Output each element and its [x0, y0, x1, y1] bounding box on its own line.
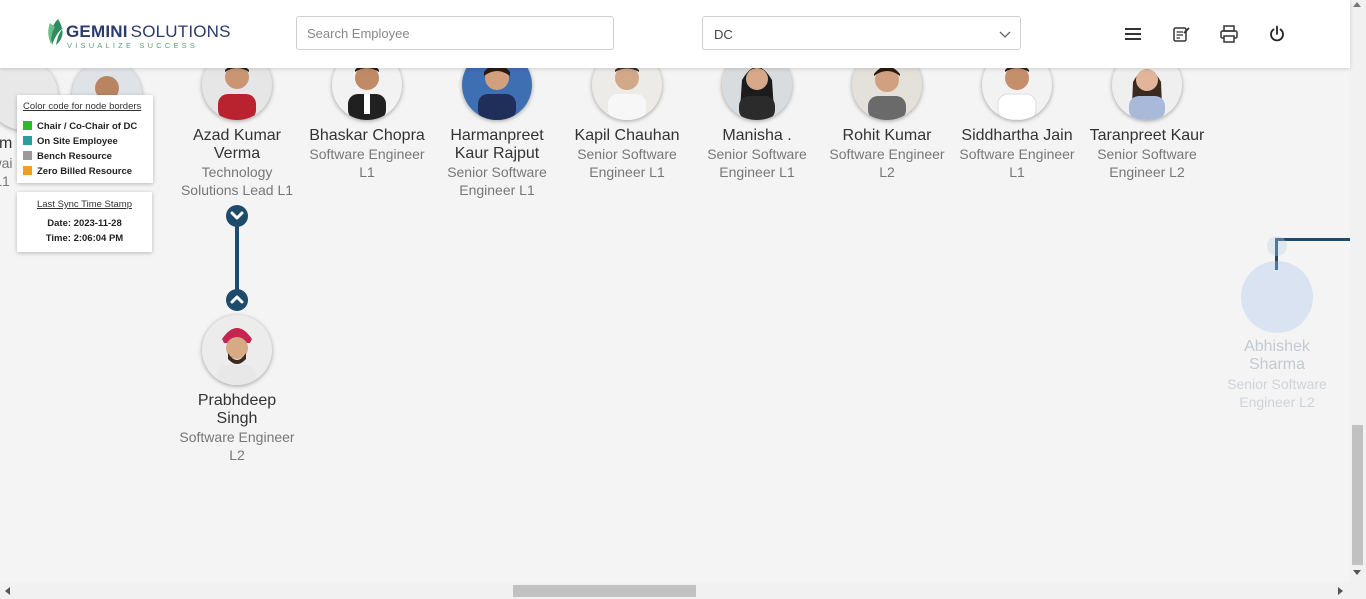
employee-node-rohit[interactable]: Rohit Kumar Software Engineer L2 — [822, 50, 952, 190]
avatar — [1241, 261, 1313, 333]
scroll-down-arrow[interactable] — [1353, 570, 1361, 575]
scroll-left-arrow[interactable] — [5, 587, 10, 595]
node-title: Engineer L2 — [1239, 394, 1315, 410]
node-name: Singh — [216, 410, 258, 427]
employee-node-prabhdeep[interactable]: Prabhdeep Singh Software Engineer L2 — [172, 315, 302, 465]
legend-swatch — [23, 136, 32, 145]
legend-title: Color code for node borders — [23, 101, 142, 112]
scroll-right-arrow[interactable] — [1338, 587, 1343, 595]
node-name: Harmanpreet — [450, 127, 544, 144]
sync-timestamp-panel: Last Sync Time Stamp Date: 2023-11-28 Ti… — [17, 192, 152, 252]
node-title: L1 — [1009, 164, 1025, 180]
expand-parent-button[interactable] — [226, 289, 248, 311]
legend-swatch — [23, 151, 32, 160]
node-title: Software Engineer — [309, 146, 425, 162]
legend-label: Chair / Co-Chair of DC — [37, 121, 138, 132]
node-name: Rohit Kumar — [842, 127, 932, 144]
node-title: Senior Software — [447, 164, 547, 180]
node-title: Senior Software — [577, 146, 677, 162]
legend-label: On Site Employee — [37, 136, 118, 147]
legend-item-bench: Bench Resource — [23, 151, 112, 163]
legend-swatch — [23, 166, 32, 175]
department-select[interactable]: DC — [702, 16, 1021, 50]
employee-node-manisha[interactable]: Manisha . Senior Software Engineer L1 — [692, 50, 822, 190]
search-employee-input[interactable] — [296, 16, 614, 50]
node-title: Engineer L1 — [589, 164, 665, 180]
node-name: Sharma — [1248, 356, 1306, 373]
sync-title: Last Sync Time Stamp — [36, 199, 133, 210]
legend-label: Zero Billed Resource — [37, 166, 133, 177]
color-legend: Color code for node borders Chair / Co-C… — [17, 95, 153, 183]
collapse-toggle-button[interactable] — [226, 205, 248, 227]
department-select-value: DC — [714, 27, 733, 42]
employee-node-taranpreet[interactable]: Taranpreet Kaur Senior Software Engineer… — [1082, 50, 1212, 190]
node-title: Engineer L1 — [459, 182, 535, 198]
logo-text: GEMINI SOLUTIONS — [66, 22, 231, 41]
node-name: Kapil Chauhan — [574, 127, 680, 144]
legend-item-chair: Chair / Co-Chair of DC — [23, 121, 137, 133]
avatar — [202, 315, 272, 385]
legend-item-zero-billed: Zero Billed Resource — [23, 166, 132, 178]
employee-node-kapil[interactable]: Kapil Chauhan Senior Software Engineer L… — [562, 50, 692, 190]
node-name: Kaur Rajput — [454, 145, 540, 162]
employee-node-azad[interactable]: Azad Kumar Verma Technology Solutions Le… — [172, 50, 302, 200]
power-icon[interactable] — [1267, 24, 1287, 44]
chevron-up-icon — [230, 295, 244, 304]
node-title: Engineer L1 — [719, 164, 795, 180]
legend-label: Bench Resource — [37, 151, 112, 162]
chevron-down-icon — [999, 31, 1011, 38]
node-name: Azad Kumar — [192, 127, 282, 144]
sync-date: Date: 2023-11-28 — [47, 218, 122, 229]
legend-swatch — [23, 121, 32, 130]
legend-item-onsite: On Site Employee — [23, 136, 118, 148]
node-title: Senior Software — [707, 146, 807, 162]
vertical-scrollbar-thumb[interactable] — [1352, 425, 1363, 565]
node-title: Software Engineer — [829, 146, 945, 162]
chevron-down-icon — [230, 211, 244, 220]
node-title: Senior Software — [1227, 376, 1327, 392]
node-name: Siddhartha Jain — [961, 127, 1073, 144]
employee-node-siddhartha[interactable]: Siddhartha Jain Software Engineer L1 — [952, 50, 1082, 190]
employee-node-bhaskar[interactable]: Bhaskar Chopra Software Engineer L1 — [302, 50, 432, 190]
employee-node-harmanpreet[interactable]: Harmanpreet Kaur Rajput Senior Software … — [432, 50, 562, 200]
logo-text-suffix: SOLUTIONS — [130, 22, 231, 41]
print-icon[interactable] — [1219, 24, 1239, 44]
node-name: Verma — [213, 145, 261, 162]
sync-time: Time: 2:06:04 PM — [45, 233, 124, 244]
node-title: L2 — [229, 447, 245, 463]
logo-tagline: VISUALIZE SUCCESS — [67, 41, 199, 50]
expand-parent-button[interactable] — [1267, 236, 1287, 256]
node-title: Solutions Lead L1 — [180, 182, 294, 198]
scroll-up-arrow[interactable] — [1353, 2, 1361, 7]
node-title: Senior Software — [1097, 146, 1197, 162]
node-title: Technology — [201, 164, 273, 180]
node-name: Prabhdeep — [197, 392, 277, 409]
node-title: Software Engineer — [179, 429, 295, 445]
node-name: Bhaskar Chopra — [309, 127, 425, 144]
horizontal-scrollbar-thumb[interactable] — [513, 585, 696, 597]
notes-icon[interactable] — [1171, 24, 1191, 44]
leaf-logo-icon — [48, 19, 64, 45]
top-header: GEMINISOLUTIONS VISUALIZE SUCCESS DC — [0, 0, 1350, 68]
node-title: Engineer L2 — [1109, 164, 1185, 180]
node-title: L2 — [879, 164, 895, 180]
node-name: Manisha . — [722, 127, 792, 144]
gemini-solutions-logo[interactable]: GEMINI SOLUTIONS VISUALIZE SUCCESS — [46, 17, 231, 51]
employee-node-abhishek[interactable]: Abhishek Sharma Senior Software Engineer… — [1212, 236, 1342, 416]
connector-line — [235, 226, 239, 292]
node-name: Taranpreet Kaur — [1089, 127, 1205, 144]
scrollbar-corner — [1350, 583, 1366, 599]
node-name: Abhishek — [1244, 338, 1310, 355]
node-title: Software Engineer — [959, 146, 1075, 162]
menu-icon[interactable] — [1123, 24, 1143, 44]
node-title: L1 — [359, 164, 375, 180]
